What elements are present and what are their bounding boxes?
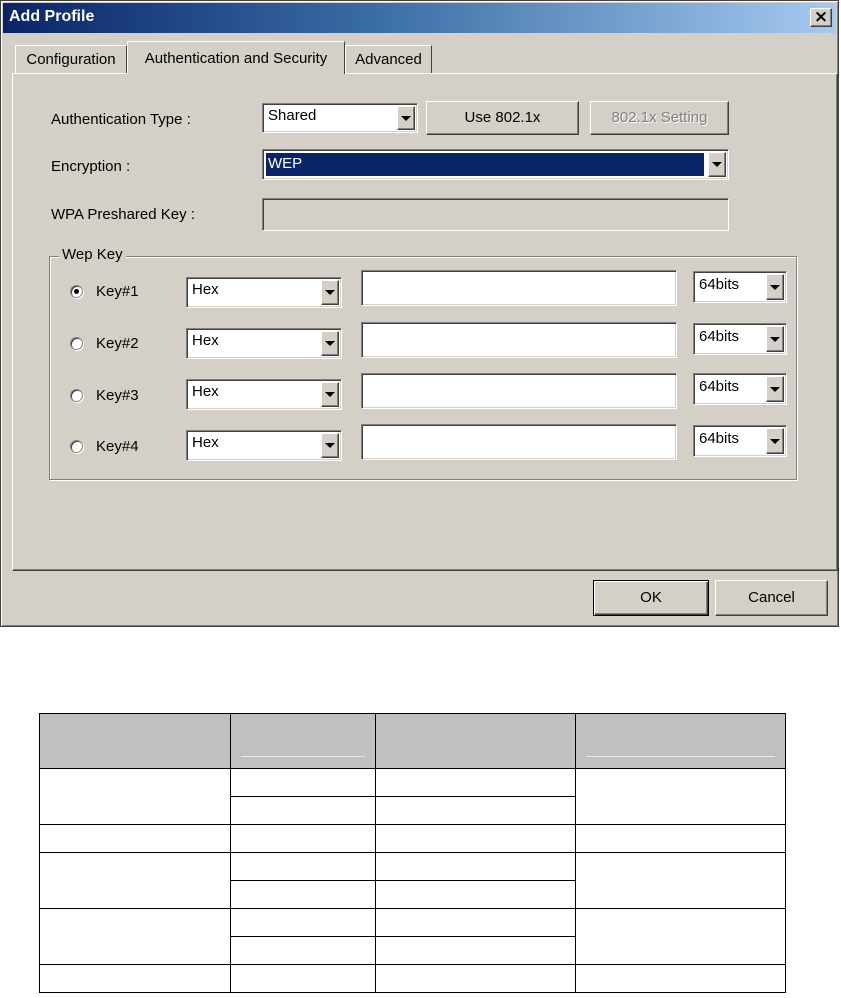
table-cell (39, 768, 231, 825)
cancel-button[interactable]: Cancel (715, 580, 828, 616)
table-cell (39, 908, 231, 965)
tab-authentication-and-security[interactable]: Authentication and Security (127, 41, 345, 74)
table-cell (375, 908, 576, 937)
chevron-down-icon[interactable] (708, 152, 726, 177)
key2-label: Key#2 (96, 335, 139, 352)
table-cell (575, 824, 786, 853)
table-cell (575, 852, 786, 909)
table-cell (375, 824, 576, 853)
key3-format-select[interactable]: Hex (186, 379, 342, 410)
table-cell (230, 936, 376, 965)
chevron-down-icon[interactable] (321, 382, 339, 407)
empty-table (39, 713, 786, 993)
table-cell (39, 852, 231, 909)
chevron-down-icon[interactable] (766, 326, 784, 352)
key1-label: Key#1 (96, 283, 139, 300)
table-cell (575, 908, 786, 965)
key2-input[interactable] (361, 322, 677, 358)
chevron-down-icon[interactable] (321, 433, 339, 458)
encryption-value: WEP (266, 153, 704, 176)
table-cell (230, 796, 376, 825)
window-title: Add Profile (9, 8, 95, 25)
table-cell (230, 852, 376, 881)
key4-format-value: Hex (192, 434, 219, 451)
table-cell (375, 936, 576, 965)
ok-button[interactable]: OK (593, 580, 709, 616)
key3-input[interactable] (361, 373, 677, 409)
chevron-down-icon[interactable] (766, 428, 784, 454)
table-row (39, 852, 786, 909)
radio-selected-dot (74, 289, 79, 294)
table-cell (375, 768, 576, 797)
table-cell (575, 964, 786, 993)
table-cell (375, 964, 576, 993)
authentication-type-value: Shared (268, 107, 317, 124)
tab-advanced[interactable]: Advanced (345, 45, 432, 73)
key2-format-value: Hex (192, 332, 219, 349)
key4-label: Key#4 (96, 438, 139, 455)
chevron-down-icon[interactable] (321, 280, 339, 305)
key4-format-select[interactable]: Hex (186, 430, 342, 461)
key1-radio[interactable] (70, 285, 83, 298)
chevron-down-icon[interactable] (321, 331, 339, 356)
key2-length-select[interactable]: 64bits (693, 323, 787, 355)
authentication-type-label: Authentication Type : (51, 111, 191, 128)
key1-format-value: Hex (192, 281, 219, 298)
key1-length-value: 64bits (699, 276, 740, 293)
authentication-type-select[interactable]: Shared (262, 103, 418, 133)
chevron-down-icon[interactable] (397, 106, 415, 130)
key3-length-select[interactable]: 64bits (693, 373, 787, 405)
key3-radio[interactable] (70, 389, 83, 402)
encryption-label: Encryption : (51, 158, 131, 175)
key4-input[interactable] (361, 424, 677, 460)
encryption-select[interactable]: WEP (262, 149, 729, 180)
chevron-down-icon[interactable] (766, 376, 784, 402)
table-row (39, 964, 786, 993)
table-header-cell (39, 713, 231, 769)
add-profile-dialog: Add Profile × Configuration Authenticati… (0, 0, 839, 627)
tab-configuration[interactable]: Configuration (15, 45, 127, 73)
table-row (39, 824, 786, 853)
use-8021x-button[interactable]: Use 802.1x (426, 101, 579, 135)
chevron-down-icon[interactable] (766, 274, 784, 300)
key3-label: Key#3 (96, 387, 139, 404)
table-header-row (39, 713, 786, 769)
key4-radio[interactable] (70, 440, 83, 453)
title-bar[interactable]: Add Profile × (3, 3, 836, 33)
table-cell (375, 796, 576, 825)
table-row (39, 908, 786, 965)
table-cell (230, 824, 376, 853)
table-header-cell (230, 713, 376, 769)
close-button[interactable]: × (810, 8, 832, 27)
wep-key-group-title: Wep Key (59, 246, 126, 263)
key3-format-value: Hex (192, 383, 219, 400)
table-header-cell (575, 713, 786, 769)
table-cell (39, 964, 231, 993)
key1-length-select[interactable]: 64bits (693, 271, 787, 303)
table-cell (375, 852, 576, 881)
key4-length-select[interactable]: 64bits (693, 425, 787, 457)
key2-length-value: 64bits (699, 328, 740, 345)
key1-format-select[interactable]: Hex (186, 277, 342, 308)
key2-radio[interactable] (70, 337, 83, 350)
table-header-cell (375, 713, 576, 769)
table-cell (375, 880, 576, 909)
table-cell (575, 768, 786, 825)
table-cell (39, 824, 231, 853)
key1-input[interactable] (361, 270, 677, 306)
key4-length-value: 64bits (699, 430, 740, 447)
table-cell (230, 768, 376, 797)
table-cell (230, 880, 376, 909)
8021x-setting-button[interactable]: 802.1x Setting (590, 101, 729, 135)
wpa-preshared-key-field[interactable] (262, 198, 729, 231)
key3-length-value: 64bits (699, 378, 740, 395)
table-cell (230, 908, 376, 937)
key2-format-select[interactable]: Hex (186, 328, 342, 359)
table-cell (230, 964, 376, 993)
table-row (39, 768, 786, 825)
wpa-preshared-key-label: WPA Preshared Key : (51, 206, 195, 223)
